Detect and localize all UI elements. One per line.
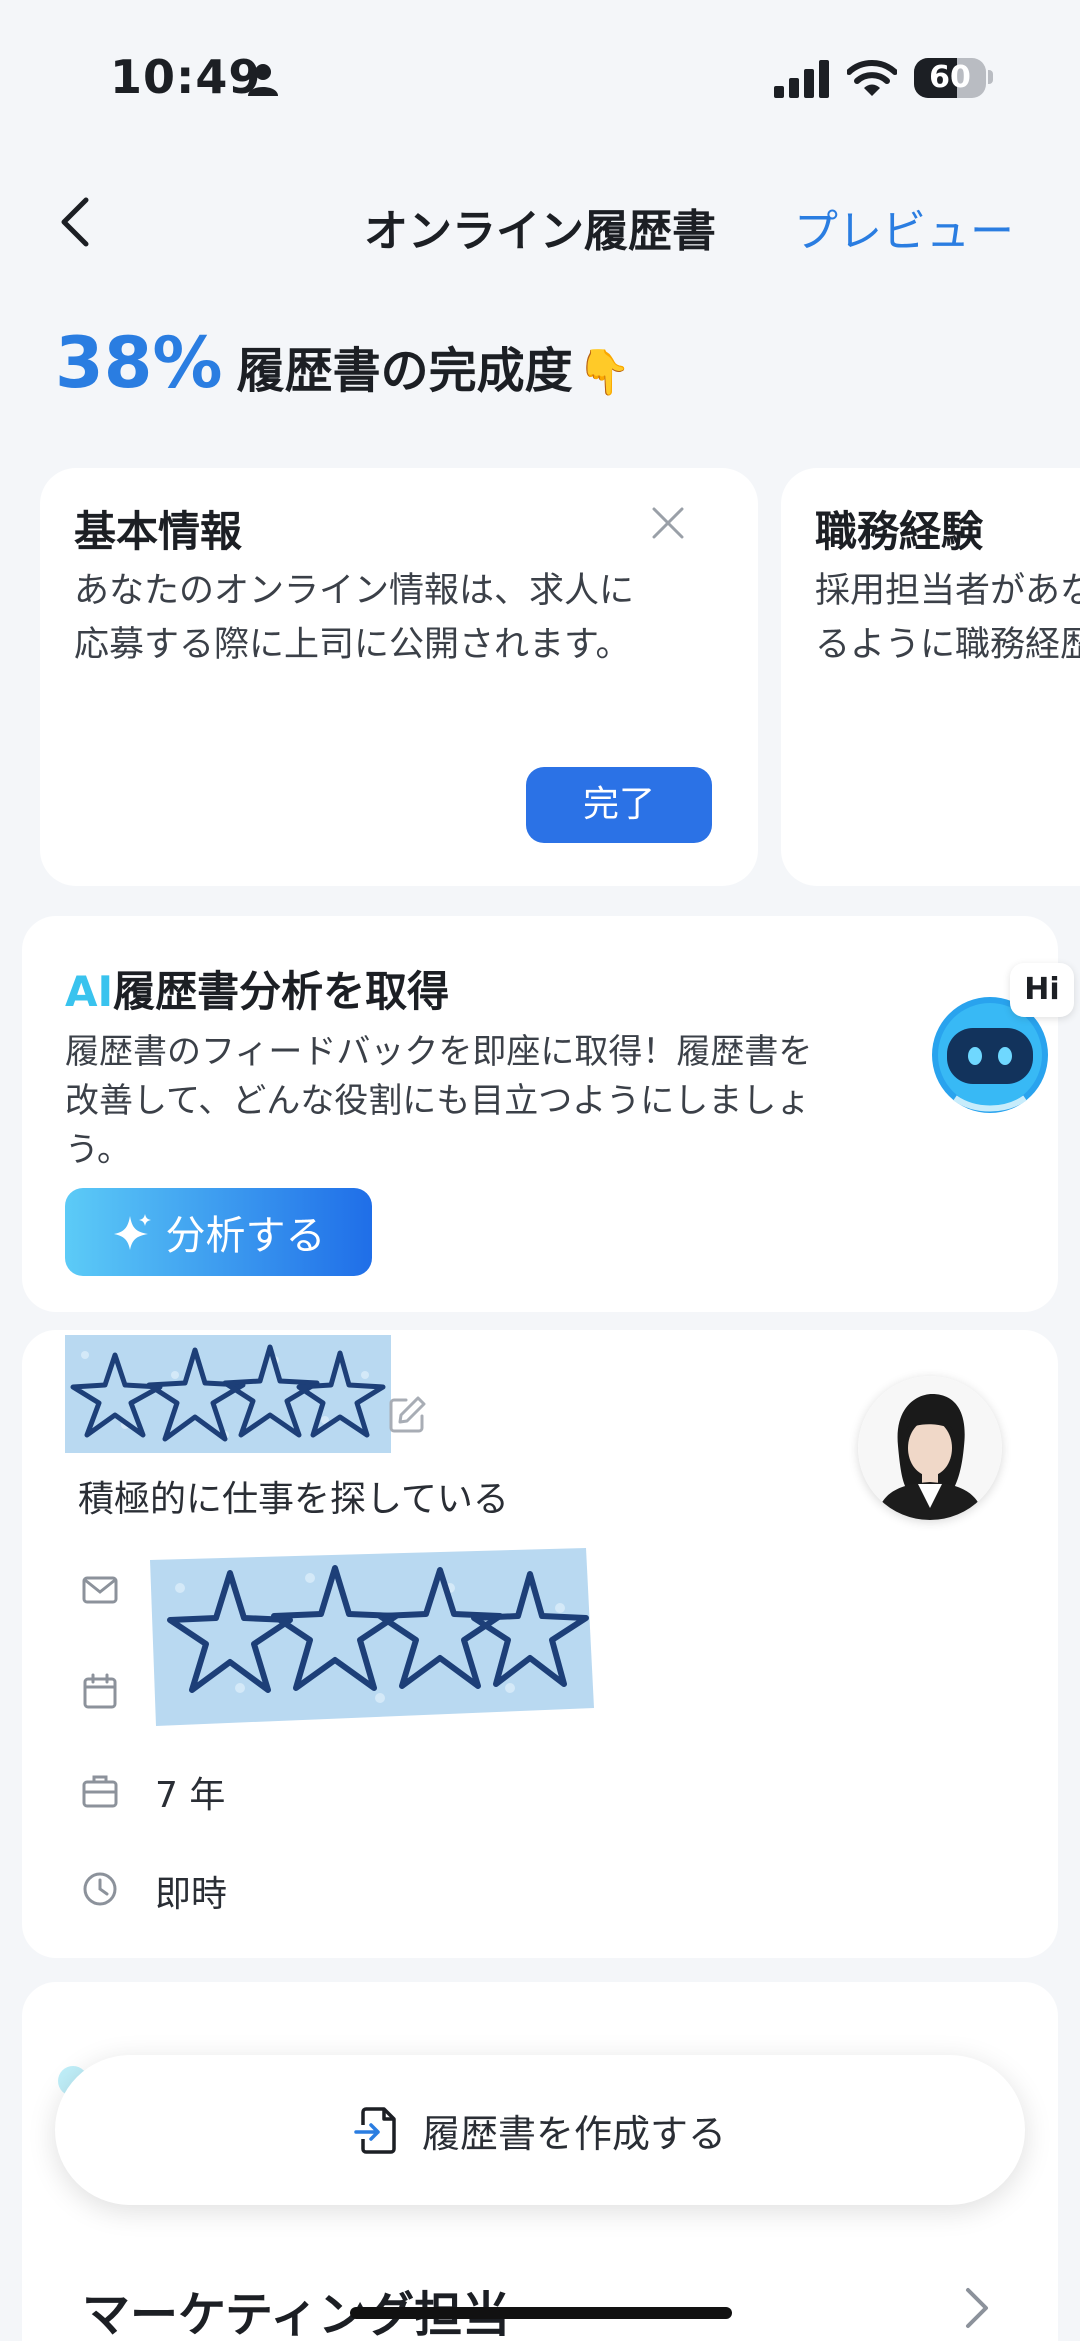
avatar bbox=[858, 1376, 1002, 1520]
briefcase-icon bbox=[82, 1775, 118, 1808]
redaction-sticker-name bbox=[65, 1335, 391, 1453]
task-card-title: 職務経験 bbox=[815, 507, 984, 556]
calendar-icon bbox=[83, 1673, 117, 1709]
ai-card-description: 履歴書のフィードバックを即座に取得！履歴書を 改善して、どんな役割にも目立つよう… bbox=[65, 1032, 813, 1170]
ai-prefix: AI bbox=[65, 967, 114, 1016]
task-card-title: 基本情報 bbox=[74, 507, 243, 556]
ai-card-title-text: 履歴書分析を取得 bbox=[113, 967, 450, 1016]
completeness-percent: 38% bbox=[55, 322, 223, 404]
redaction-sticker-contact bbox=[150, 1548, 594, 1726]
preview-button[interactable]: プレビュー bbox=[794, 195, 1014, 259]
wifi-icon bbox=[847, 60, 897, 96]
done-button[interactable]: 完了 bbox=[526, 767, 712, 843]
task-card-description: 採用担当者があな るように職務経歴 bbox=[815, 571, 1080, 665]
analyze-button[interactable]: 分析する bbox=[65, 1188, 372, 1276]
job-status: 積極的に仕事を探している bbox=[78, 1479, 509, 1520]
mail-icon bbox=[82, 1576, 118, 1604]
completeness-header: 38% 履歴書の完成度 👇 bbox=[55, 322, 631, 404]
task-card-work-experience[interactable]: 職務経験 採用担当者があな るように職務経歴 bbox=[781, 468, 1080, 886]
availability-value: 即時 bbox=[155, 1874, 228, 1915]
close-icon[interactable] bbox=[650, 505, 686, 541]
status-time: 10:49 bbox=[110, 50, 262, 104]
create-resume-label: 履歴書を作成する bbox=[421, 2111, 726, 2156]
analyze-button-label: 分析する bbox=[165, 1213, 326, 1259]
task-card-description: あなたのオンライン情報は、求人に 応募する際に上司に公開されます。 bbox=[74, 571, 635, 665]
signal-icon bbox=[774, 60, 829, 98]
sparkle-icon bbox=[113, 1214, 151, 1250]
edit-icon[interactable] bbox=[386, 1394, 428, 1436]
experience-value: 7 年 bbox=[155, 1775, 226, 1816]
document-import-icon bbox=[354, 2107, 396, 2154]
battery-tip bbox=[988, 70, 993, 84]
ai-card-title: AI履歴書分析を取得 bbox=[65, 958, 449, 1019]
create-resume-button[interactable]: 履歴書を作成する bbox=[55, 2055, 1025, 2205]
person-icon bbox=[248, 64, 278, 96]
battery-level: 60 bbox=[929, 60, 971, 95]
hi-bubble: Hi bbox=[1010, 963, 1074, 1017]
home-indicator bbox=[350, 2307, 732, 2319]
clock-icon bbox=[83, 1872, 117, 1906]
battery-indicator: 60 bbox=[914, 58, 986, 98]
chevron-right-icon[interactable] bbox=[962, 2286, 992, 2330]
pointing-down-icon: 👇 bbox=[576, 347, 632, 398]
completeness-label: 履歴書の完成度 bbox=[236, 343, 573, 399]
